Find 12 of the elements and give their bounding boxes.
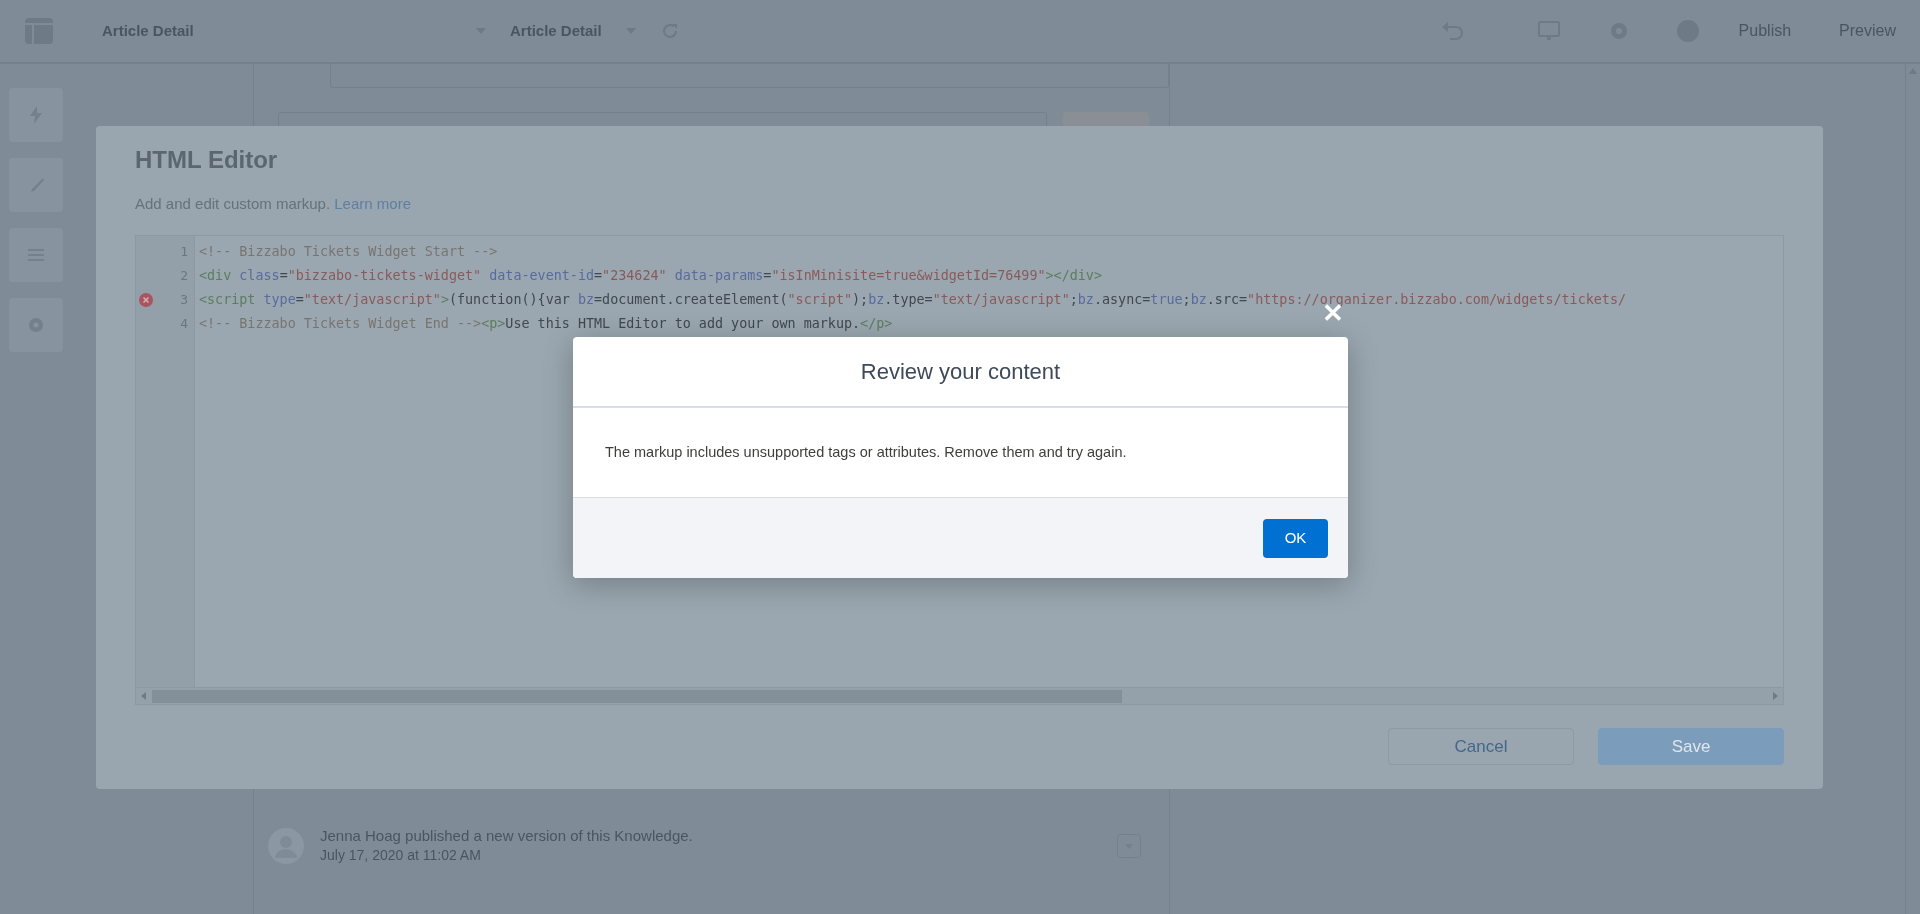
alert-title: Review your content — [860, 358, 1061, 386]
learn-more-link[interactable]: Learn more — [334, 194, 411, 212]
error-icon — [139, 293, 153, 308]
horizontal-scrollbar[interactable] — [136, 687, 1783, 705]
code-line: <!-- Bizzabo Tickets Widget End --><p>Use this HTML Editor to add your own markup.</p> — [199, 316, 893, 332]
alert-message: The markup includes unsupported tags or attributes. Remove them and try again. — [605, 442, 1127, 462]
ok-button[interactable]: OK — [1263, 518, 1328, 558]
cancel-button[interactable]: Cancel — [1388, 728, 1574, 765]
code-line: <div class="bizzabo-tickets-widget" data-event-id="234624" data-params="isInMinisite=true&widgetId=76499"></div> — [199, 268, 1102, 284]
dialog-title: HTML Editor — [135, 146, 279, 175]
save-button[interactable]: Save — [1598, 728, 1784, 765]
code-line: <!-- Bizzabo Tickets Widget Start --> — [199, 244, 498, 260]
